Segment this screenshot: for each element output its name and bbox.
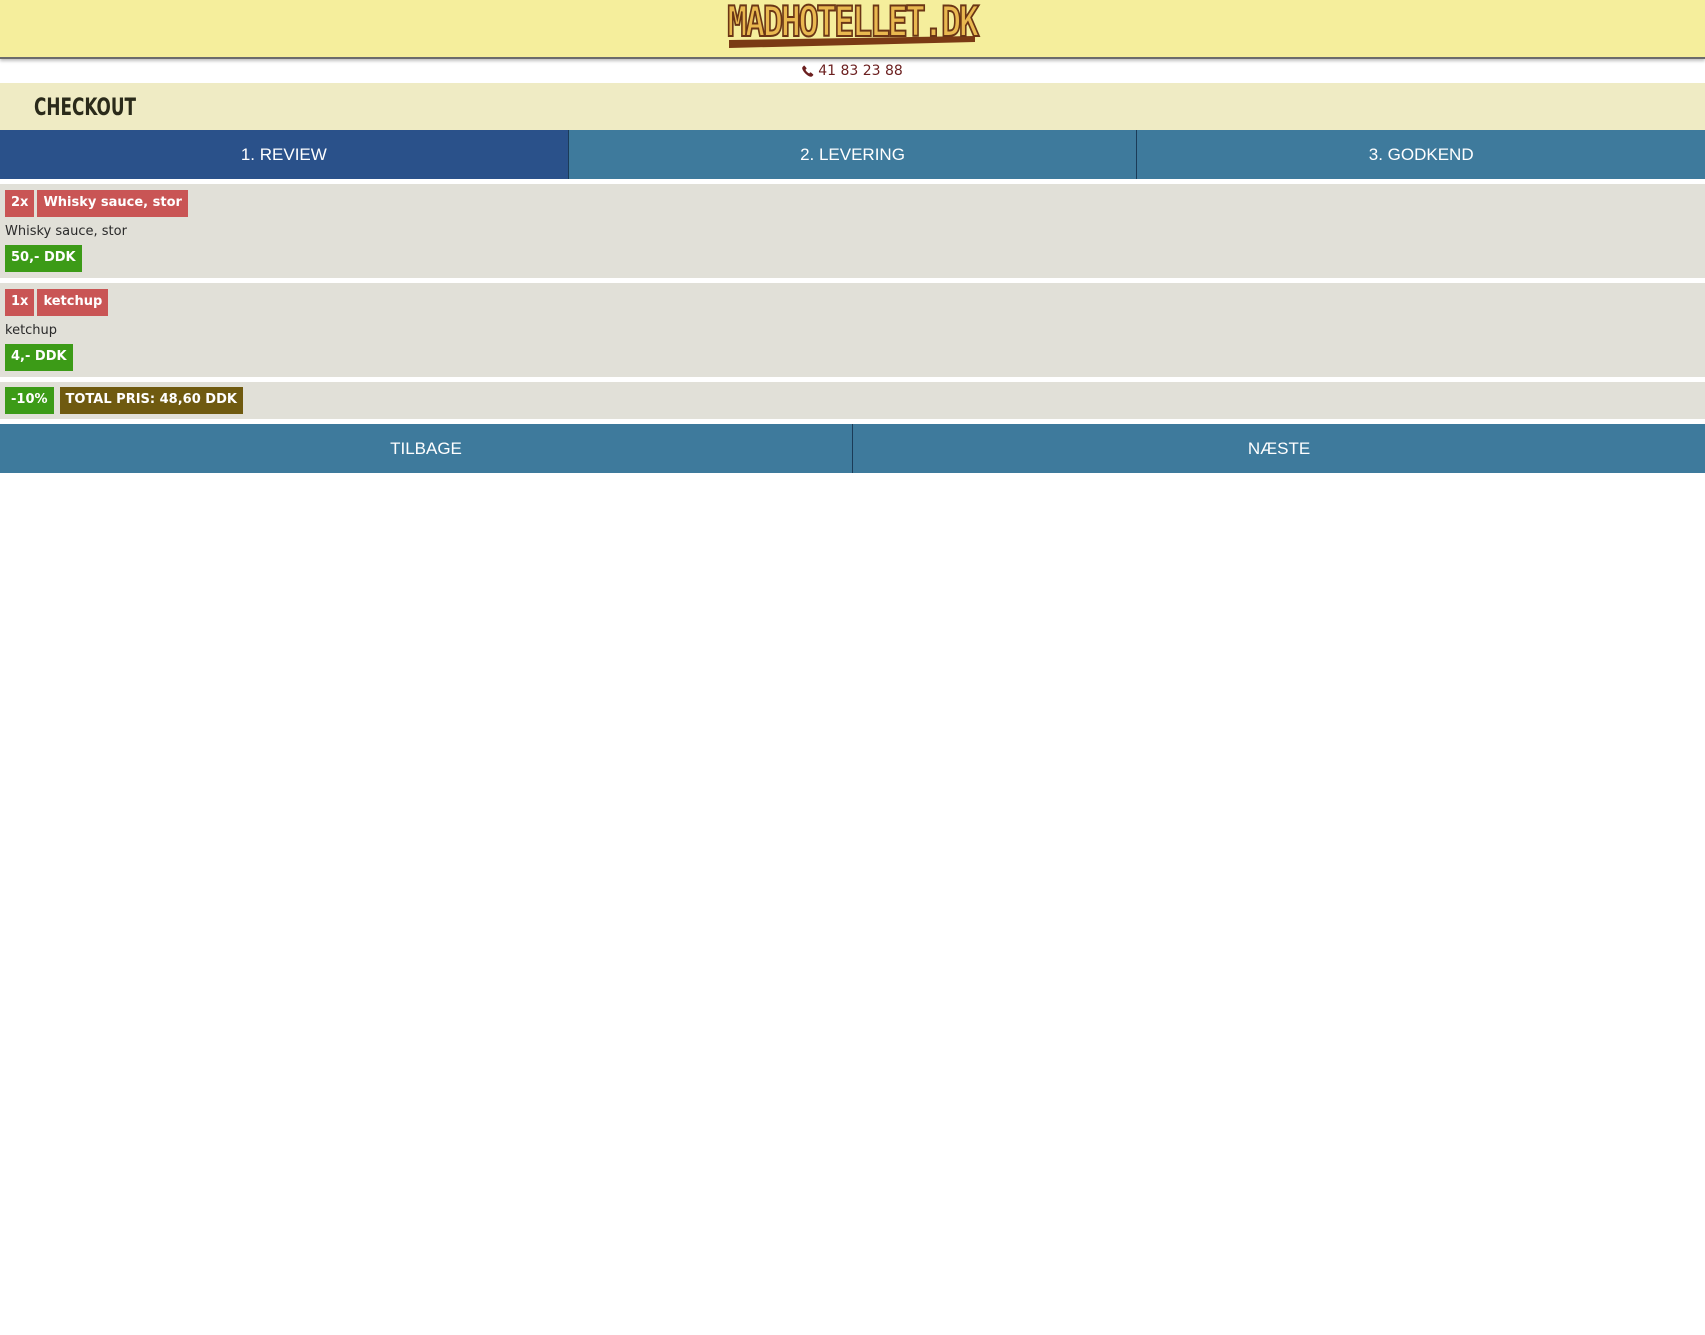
checkout-navigation: TILBAGE NÆSTE [0, 424, 1705, 473]
total-price-badge: TOTAL PRIS: 48,60 DDK [59, 387, 243, 414]
page-title-bar: CHECKOUT [0, 83, 1705, 130]
price-badge: 50,- DDK [5, 245, 82, 272]
checkout-steps: 1. REVIEW 2. LEVERING 3. GODKEND [0, 130, 1705, 179]
item-description: ketchup [5, 323, 58, 338]
discount-badge: -10% [5, 387, 54, 414]
item-description: Whisky sauce, stor [5, 224, 127, 239]
page-title: CHECKOUT [34, 92, 137, 121]
quantity-badge: 1x [5, 289, 35, 316]
price-badge: 4,- DDK [5, 344, 73, 371]
order-summary: -10% TOTAL PRIS: 48,60 DDK [0, 382, 1705, 419]
phone-icon [802, 65, 814, 77]
back-button[interactable]: TILBAGE [0, 424, 853, 473]
next-button[interactable]: NÆSTE [853, 424, 1705, 473]
step-godkend[interactable]: 3. GODKEND [1137, 130, 1705, 179]
item-name-badge: Whisky sauce, stor [37, 190, 188, 217]
step-review[interactable]: 1. REVIEW [0, 130, 569, 179]
phone-number: 41 83 23 88 [818, 63, 903, 79]
step-levering[interactable]: 2. LEVERING [568, 130, 1138, 179]
list-item: 2x Whisky sauce, stor Whisky sauce, stor… [0, 184, 1705, 278]
site-header: MADHOTELLET.DK [0, 0, 1705, 59]
logo-text: MADHOTELLET.DK [727, 0, 981, 46]
phone-contact[interactable]: 41 83 23 88 [0, 59, 1705, 83]
site-logo[interactable]: MADHOTELLET.DK [692, 0, 1012, 56]
list-item: 1x ketchup ketchup 4,- DDK [0, 283, 1705, 377]
order-items: 2x Whisky sauce, stor Whisky sauce, stor… [0, 184, 1705, 419]
item-name-badge: ketchup [37, 289, 109, 316]
quantity-badge: 2x [5, 190, 35, 217]
